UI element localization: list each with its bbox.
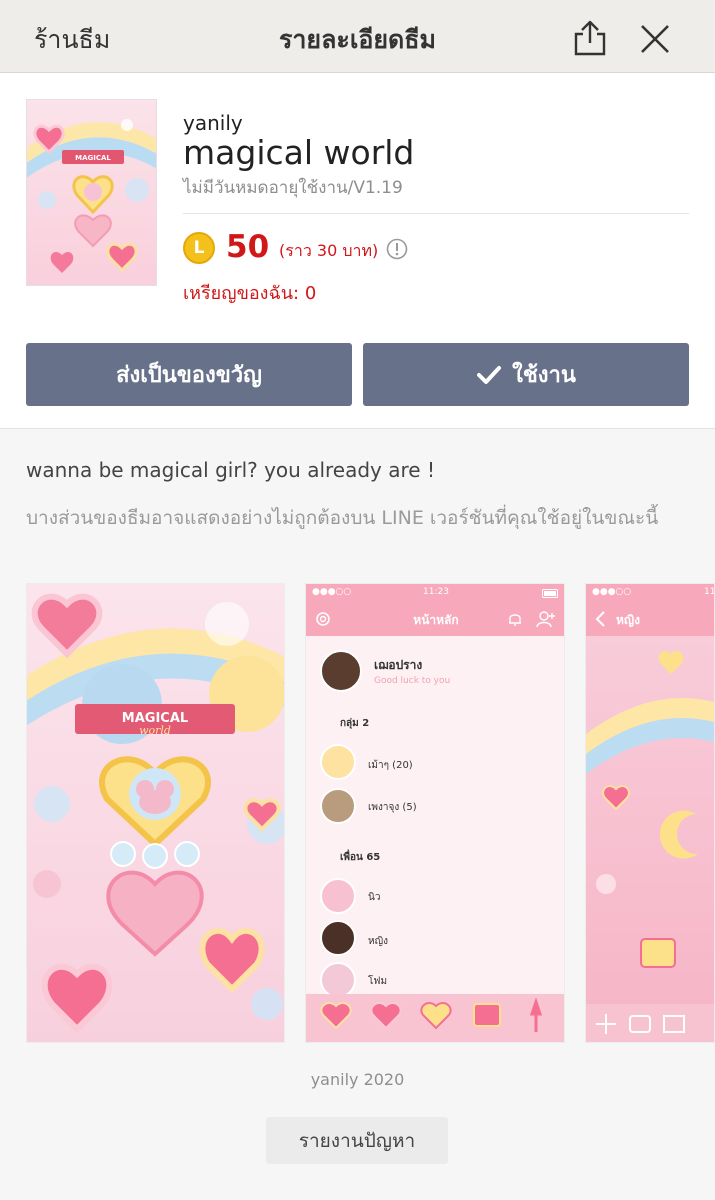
divider: [183, 213, 689, 214]
share-icon[interactable]: [570, 18, 610, 58]
status-time: 11: [704, 587, 715, 597]
theme-info-panel: MAGICAL yanily magical world ไม่มีวันหมด…: [0, 73, 715, 429]
copyright: yanily 2020: [310, 1070, 405, 1089]
preview-splash[interactable]: MAGICAL world: [26, 583, 285, 1043]
profile-status: Good luck to you: [374, 676, 451, 686]
friends-label: เพื่อน 65: [340, 852, 381, 863]
friend-avatar: [320, 920, 356, 956]
chat-header: หญิง: [586, 602, 714, 636]
preview-home[interactable]: ●●●○○ 11:23 หน้าหลัก เฌอปราง Good luck t…: [305, 583, 565, 1043]
theme-thumbnail: MAGICAL: [26, 99, 157, 286]
send-as-gift-label: ส่งเป็นของขวัญ: [116, 363, 262, 388]
home-title: หน้าหลัก: [413, 613, 459, 627]
splash-logo-line2: world: [139, 724, 171, 737]
price-approx: (ราว 30 บาท): [279, 241, 379, 260]
friend-avatar: [320, 878, 356, 914]
friend-name: หญิง: [368, 936, 388, 947]
theme-author[interactable]: yanily: [183, 111, 243, 135]
profile-avatar: [320, 650, 362, 692]
line-coin-icon: L: [183, 232, 215, 264]
profile-name: เฌอปราง: [374, 658, 423, 672]
bell-icon: [509, 614, 521, 626]
status-bar: ●●●○○ 11:23: [306, 584, 564, 602]
battery-icon: [542, 589, 558, 598]
home-tab-bar: [306, 994, 564, 1042]
compatibility-warning: บางส่วนของธีมอาจแสดงอย่างไม่ถูกต้องบน LI…: [26, 507, 659, 529]
theme-name: magical world: [183, 133, 415, 172]
chat-title: หญิง: [616, 613, 640, 627]
home-header: หน้าหลัก: [306, 602, 564, 636]
theme-price: 50: [226, 229, 270, 265]
checkmark-icon: [477, 365, 502, 384]
back-chevron-icon: [595, 611, 605, 627]
apply-theme-button[interactable]: ใช้งาน: [363, 343, 689, 406]
signal-icon: ●●●○○: [592, 587, 632, 597]
status-time: 11:23: [423, 587, 449, 597]
info-icon[interactable]: [386, 238, 408, 260]
groups-label: กลุ่ม 2: [340, 718, 370, 729]
thumbnail-logo-text: MAGICAL: [75, 154, 111, 162]
send-as-gift-button[interactable]: ส่งเป็นของขวัญ: [26, 343, 352, 406]
close-icon[interactable]: [636, 20, 674, 58]
apply-theme-label: ใช้งาน: [512, 363, 576, 388]
my-coins[interactable]: เหรียญของฉัน: 0: [183, 278, 316, 307]
friend-name: นิว: [368, 892, 381, 903]
report-problem-label: รายงานปัญหา: [298, 1129, 416, 1152]
group-name: เม้าๆ (20): [368, 760, 413, 771]
preview-chat[interactable]: หญิง ●●●○○ 11: [585, 583, 715, 1043]
group-avatar: [320, 744, 356, 780]
group-name: เพงาจุง (5): [368, 802, 417, 813]
group-avatar: [320, 788, 356, 824]
chat-status-bar: ●●●○○ 11: [586, 584, 715, 602]
theme-validity: ไม่มีวันหมดอายุใช้งาน/V1.19: [183, 178, 403, 198]
nav-bar: ร้านธีม รายละเอียดธีม: [0, 0, 715, 73]
report-problem-button[interactable]: รายงานปัญหา: [266, 1117, 448, 1164]
add-friend-icon: [536, 611, 555, 628]
theme-description: wanna be magical girl? you already are !: [26, 458, 435, 482]
theme-shop-back-link[interactable]: ร้านธีม: [34, 20, 110, 60]
